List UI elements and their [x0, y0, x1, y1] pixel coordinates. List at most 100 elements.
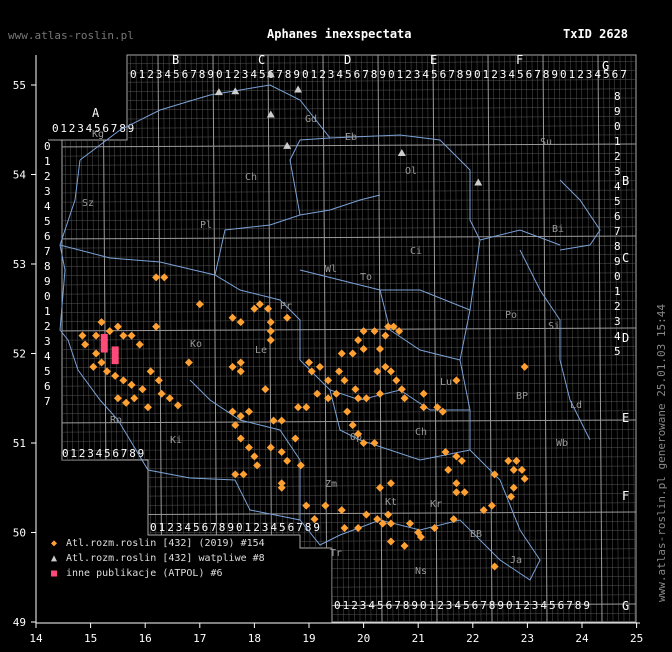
orange-point: [400, 541, 409, 550]
grid-digit-side: 4: [614, 180, 621, 193]
legend-label: Atl.rozm.roslin [432] (2019) #154: [66, 538, 265, 549]
grid-line-h: [48, 530, 636, 534]
generated-stamp: www.atlas-roslin.pl generowane 25.01.03 …: [655, 303, 668, 602]
region-label: Eb: [345, 132, 357, 143]
grid-digit-bottom-c: 7: [566, 599, 573, 612]
y-tick-label: 49: [13, 616, 26, 629]
grid-digit-bottom-b: 5: [279, 521, 286, 534]
grid-line-h: [48, 346, 636, 350]
grid-line-h: [48, 263, 636, 267]
orange-point: [173, 401, 182, 410]
grid-digit-bottom-b: 6: [288, 521, 295, 534]
orange-point: [348, 421, 357, 430]
grey-point: [474, 178, 483, 186]
orange-point: [228, 313, 237, 322]
grid-line-h: [48, 456, 636, 461]
grid-digit-top: 1: [397, 68, 404, 81]
grid-digit-top: 6: [612, 68, 619, 81]
grid-digit-bottom-c: 7: [480, 599, 487, 612]
region-label: Tr: [330, 548, 342, 559]
orange-point: [359, 327, 368, 336]
orange-point: [487, 501, 496, 510]
grid-digit-top: 0: [216, 68, 223, 81]
grid-letter-top: E: [430, 53, 437, 67]
grid-digit-bottom-b: 1: [159, 521, 166, 534]
grid-letter-right: E: [622, 411, 629, 425]
grid-digit-bottom-a: 7: [121, 447, 128, 460]
grid-line-h: [48, 152, 636, 157]
grid-digit-a: 1: [60, 122, 67, 135]
grid-digit-side: 7: [44, 395, 51, 408]
grid-digit-side: 8: [614, 240, 621, 253]
region-label: Kg: [92, 129, 104, 140]
grid-digit-top: 4: [336, 68, 343, 81]
grid-digit-bottom-b: 5: [193, 521, 200, 534]
grid-digit-side: 4: [44, 350, 51, 363]
grid-digit-bottom-c: 5: [549, 599, 556, 612]
grid-digit-bottom-b: 3: [262, 521, 269, 534]
grid-line-v: [328, 55, 333, 622]
grid-line-h: [48, 254, 636, 258]
grid-digit-top: 7: [190, 68, 197, 81]
orange-point: [362, 394, 371, 403]
orange-point: [154, 376, 163, 385]
orange-point: [89, 362, 98, 371]
grid-digit-side: 1: [44, 305, 51, 318]
legend-item-pink: ■ inne publikacje (ATPOL) #6: [48, 566, 265, 581]
grid-digit-bottom-a: 6: [112, 447, 119, 460]
orange-point: [261, 385, 270, 394]
diamond-icon: ◆: [50, 538, 58, 549]
grid-line-major-v: [597, 55, 603, 622]
grid-digit-top: 5: [345, 68, 352, 81]
grid-digit-bottom-c: 6: [386, 599, 393, 612]
grid-digit-top: 4: [250, 68, 257, 81]
grid-digit-top: 0: [302, 68, 309, 81]
region-label: Lu: [440, 377, 452, 388]
grid-digit-top: 8: [199, 68, 206, 81]
grid-digit-side: 1: [614, 285, 621, 298]
orange-point: [195, 300, 204, 309]
site-url[interactable]: www.atlas-roslin.pl: [8, 29, 134, 42]
triangle-icon: ▲: [50, 553, 58, 564]
grid-digit-side: 8: [614, 90, 621, 103]
grid-digit-bottom-c: 4: [368, 599, 375, 612]
x-tick-label: 20: [357, 632, 370, 645]
region-label: Ol: [405, 166, 417, 177]
orange-point: [250, 452, 259, 461]
region-label: Kt: [385, 497, 397, 508]
grid-line-h: [48, 189, 636, 194]
orange-point: [157, 389, 166, 398]
x-tick-label: 17: [193, 632, 206, 645]
grid-digit-top: 6: [440, 68, 447, 81]
orange-point: [378, 519, 387, 528]
grid-digit-top: 8: [543, 68, 550, 81]
grid-line-v: [586, 55, 592, 622]
grid-line-h: [48, 474, 636, 479]
grid-line-h: [48, 125, 636, 129]
orange-point: [460, 488, 469, 497]
grid-digit-top: 4: [594, 68, 601, 81]
grid-digit-side: 3: [44, 335, 51, 348]
orange-point: [160, 273, 169, 282]
grid-digit-side: 2: [614, 300, 621, 313]
orange-point: [452, 488, 461, 497]
grid-digit-top: 9: [379, 68, 386, 81]
grid-line-major-v: [487, 55, 493, 622]
orange-point: [277, 416, 286, 425]
grid-digit-side: 5: [44, 215, 51, 228]
grid-digit-bottom-c: 0: [506, 599, 513, 612]
grid-line-v: [526, 55, 531, 622]
grid-line-h: [48, 465, 636, 470]
orange-point: [283, 456, 292, 465]
legend: ◆ Atl.rozm.roslin [432] (2019) #154 ▲ At…: [48, 536, 265, 581]
orange-point: [381, 362, 390, 371]
orange-point: [370, 327, 379, 336]
grid-digit-top: 4: [508, 68, 515, 81]
grid-digit-top: 0: [130, 68, 137, 81]
grid-digit-bottom-c: 0: [334, 599, 341, 612]
grid-letter-right: C: [622, 251, 629, 265]
taxon-id: TxID 2628: [563, 27, 629, 41]
grid-line-v: [553, 55, 559, 622]
grid-line-h: [48, 364, 636, 369]
grid-digit-bottom-c: 2: [351, 599, 358, 612]
